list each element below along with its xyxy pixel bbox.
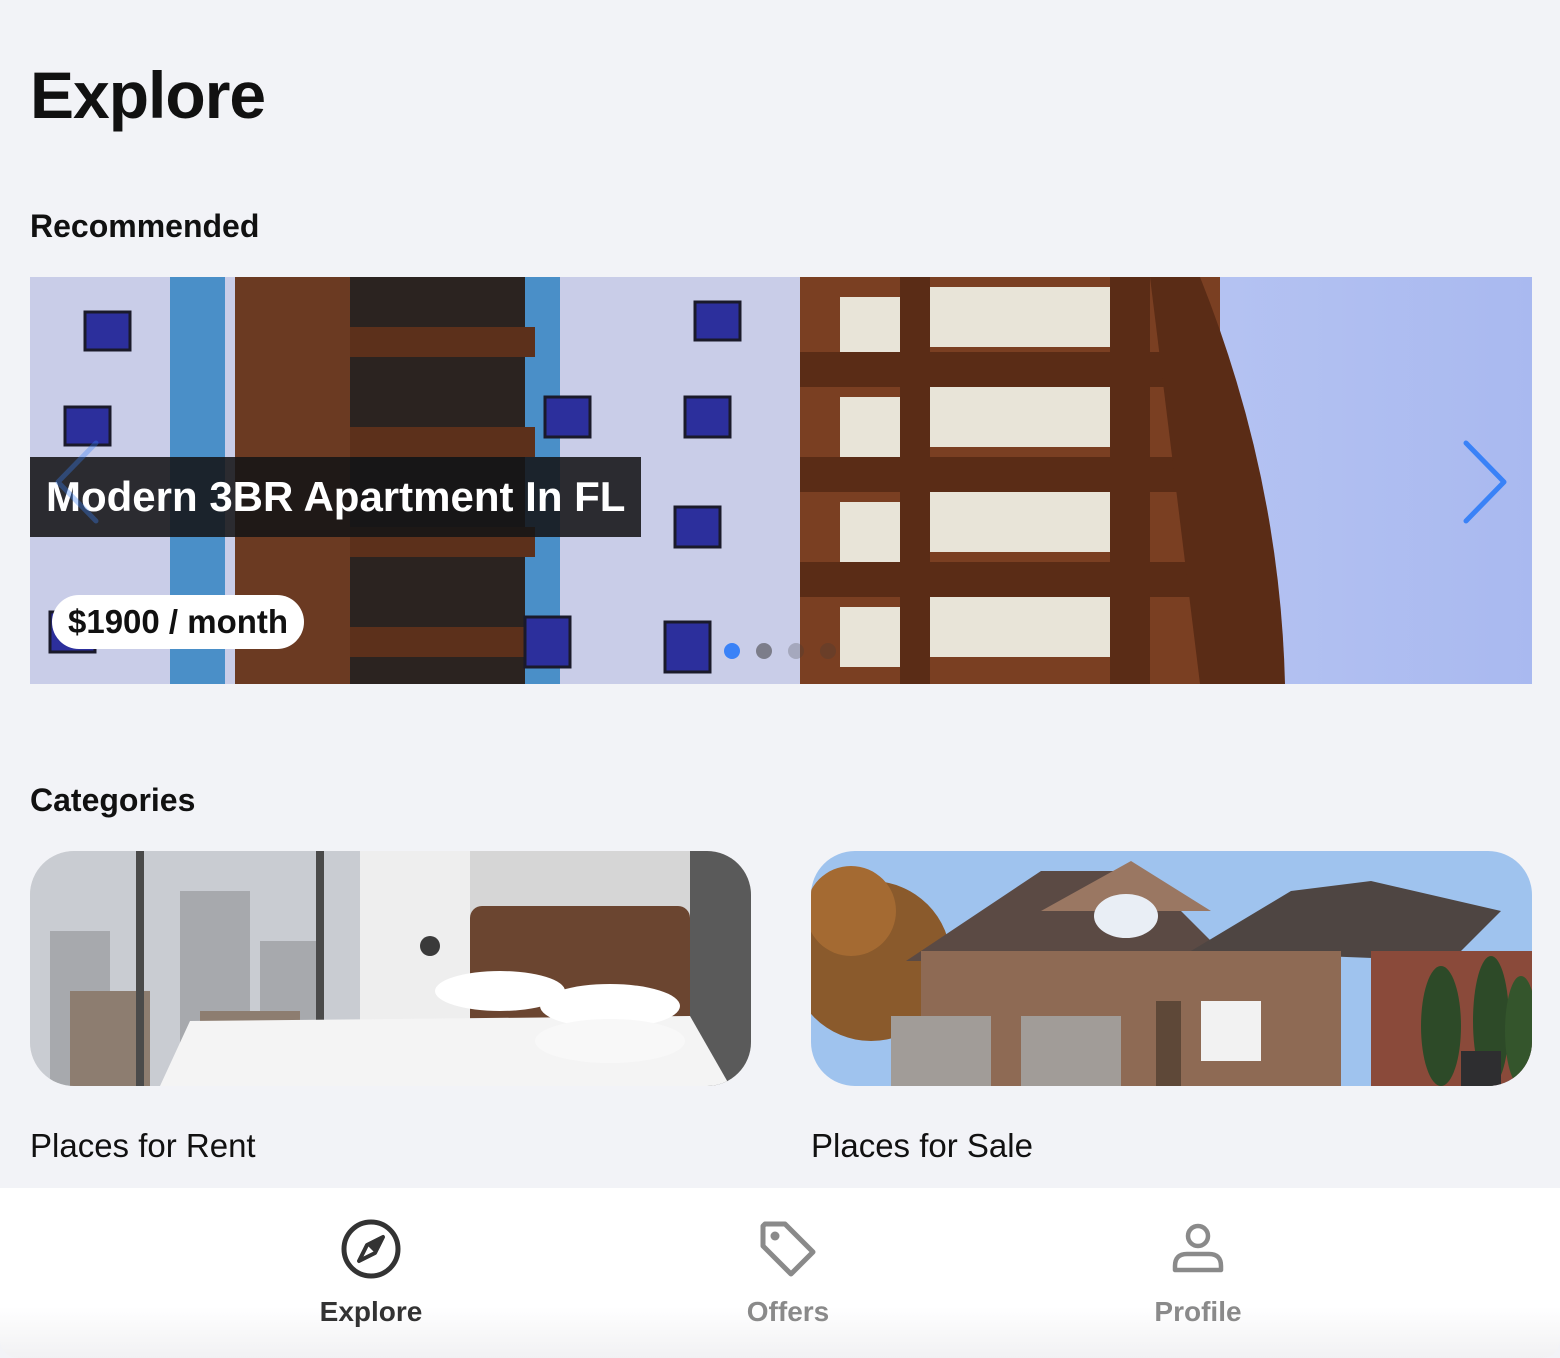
tab-profile[interactable]: Profile	[1098, 1216, 1298, 1336]
pagination-dot[interactable]	[820, 643, 836, 659]
chevron-left-icon[interactable]	[48, 437, 108, 527]
section-title-recommended: Recommended	[30, 208, 260, 244]
category-card-rent[interactable]: Places for Rent	[30, 851, 751, 1162]
compass-icon	[341, 1219, 401, 1279]
price-badge: $1900 / month	[52, 595, 305, 649]
chevron-right-icon[interactable]	[1454, 437, 1514, 527]
category-card-sale[interactable]: Places for Sale	[811, 851, 1532, 1162]
tag-icon	[760, 1221, 816, 1277]
bottom-tab-bar: Explore Offers Profile	[0, 1188, 1560, 1358]
person-icon	[1172, 1223, 1224, 1273]
tab-label-explore: Explore	[319, 1296, 423, 1327]
category-label-sale[interactable]: Places for Sale	[811, 1129, 1033, 1162]
recommended-carousel[interactable]: Modern 3BR Apartment In FL $1900 / month	[30, 277, 1532, 684]
pagination-dot[interactable]	[756, 643, 772, 659]
tab-label-profile: Profile	[1154, 1296, 1242, 1327]
category-label-rent[interactable]: Places for Rent	[30, 1129, 256, 1162]
category-image-sale[interactable]	[811, 851, 1532, 1086]
tab-offers[interactable]: Offers	[688, 1216, 888, 1336]
tab-label-offers: Offers	[746, 1296, 830, 1327]
tab-explore[interactable]: Explore	[271, 1216, 471, 1336]
section-title-categories: Categories	[30, 782, 196, 818]
listing-title[interactable]: Modern 3BR Apartment In FL	[30, 457, 642, 537]
page-title: Explore	[30, 58, 266, 132]
carousel-pagination	[724, 643, 836, 659]
pagination-dot[interactable]	[788, 643, 804, 659]
category-image-rent[interactable]	[30, 851, 751, 1086]
pagination-dot[interactable]	[724, 643, 740, 659]
